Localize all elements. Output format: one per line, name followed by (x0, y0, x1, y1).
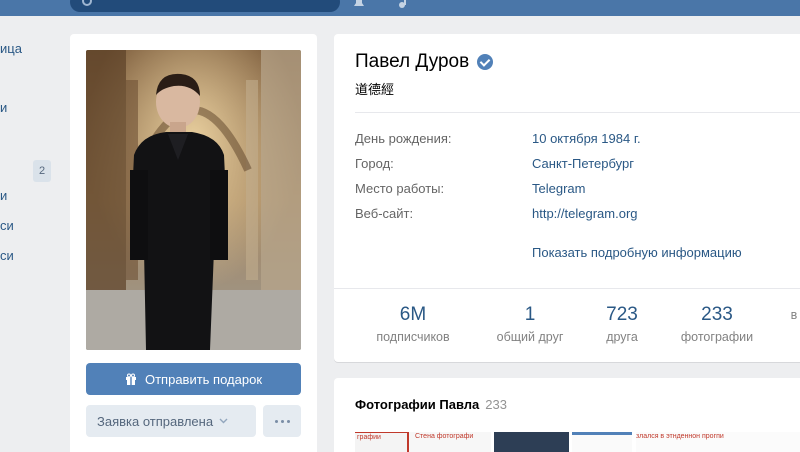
counter-value: 233 (701, 304, 733, 325)
unread-count-badge: 2 (33, 160, 51, 182)
menu-item[interactable]: и (0, 188, 7, 203)
gift-icon (125, 373, 136, 385)
profile-status: 道德經 (355, 82, 395, 97)
friend-request-sent-button[interactable]: Заявка отправлена (86, 405, 256, 437)
counter-mutual-friends[interactable]: 1 общий друг (480, 304, 580, 344)
divider (334, 288, 800, 289)
photo-thumbnail[interactable] (572, 432, 632, 452)
show-more-info-link[interactable]: Показать подробную информацию (532, 245, 742, 260)
profile-avatar-card: Отправить подарок Заявка отправлена (70, 34, 317, 452)
profile-photos-card: Фотографии Павла 233 графии Стена фотогра… (334, 378, 800, 452)
thumbnail-text: злался в этнденнон прогпи (636, 433, 724, 440)
dot-icon (280, 419, 284, 423)
counter-caption: в (790, 308, 798, 322)
notifications-bell-icon[interactable] (352, 0, 366, 8)
counter-value: 6M (399, 304, 427, 325)
photo-thumbnail[interactable]: Стена фотографи (407, 432, 491, 452)
counter-value: 723 (606, 304, 638, 325)
thumbnail-text: Стена фотографи (415, 433, 474, 440)
thumbnail-text: графии (357, 434, 381, 441)
counter-caption: друга (606, 330, 638, 344)
dot-icon (286, 419, 290, 423)
profile-photo[interactable] (86, 50, 301, 350)
info-value-link[interactable]: Санкт-Петербург (532, 156, 634, 171)
menu-item-news[interactable]: ица (0, 41, 22, 56)
menu-item[interactable]: си (0, 248, 14, 263)
photos-title: Фотографии Павла (355, 397, 480, 412)
send-gift-button[interactable]: Отправить подарок (86, 363, 301, 395)
counter-videos[interactable]: в (784, 304, 800, 322)
photo-thumbnail[interactable]: злался в этнденнон прогпи (636, 432, 800, 452)
counter-followers[interactable]: 6M подписчиков (363, 304, 463, 344)
info-value-link[interactable]: Telegram (532, 181, 585, 196)
profile-info-card: Павел Дуров 道德經 День рождения: 10 октябр… (334, 34, 800, 362)
dot-icon (274, 419, 278, 423)
top-header-bar (0, 0, 800, 16)
search-input[interactable] (70, 0, 340, 12)
info-label: Место работы: (355, 181, 445, 196)
verified-badge-icon[interactable] (477, 54, 494, 70)
photo-thumbnail[interactable] (494, 432, 569, 452)
photos-count: 233 (485, 397, 507, 412)
counter-value: 1 (524, 304, 536, 325)
counter-caption: подписчиков (376, 330, 450, 344)
friend-request-label: Заявка отправлена (97, 413, 214, 429)
info-value-link[interactable]: 10 октября 1984 г. (532, 131, 641, 146)
search-icon (82, 0, 92, 6)
info-label: Веб-сайт: (355, 206, 414, 221)
send-gift-label: Отправить подарок (144, 371, 263, 387)
counter-caption: фотографии (680, 330, 754, 344)
photos-section-title[interactable]: Фотографии Павла 233 (355, 397, 507, 412)
menu-item[interactable]: си (0, 218, 14, 233)
counter-caption: общий друг (496, 330, 564, 344)
divider (355, 112, 800, 113)
counter-friends[interactable]: 723 друга (572, 304, 672, 344)
more-actions-button[interactable] (263, 405, 301, 437)
chevron-down-icon (219, 418, 228, 424)
info-label: День рождения: (355, 131, 452, 146)
profile-name: Павел Дуров (355, 51, 470, 72)
info-value-link[interactable]: http://telegram.org (532, 206, 638, 221)
music-icon[interactable] (398, 0, 408, 8)
counter-photos[interactable]: 233 фотографии (667, 304, 767, 344)
info-label: Город: (355, 156, 394, 171)
menu-item[interactable]: и (0, 100, 7, 115)
